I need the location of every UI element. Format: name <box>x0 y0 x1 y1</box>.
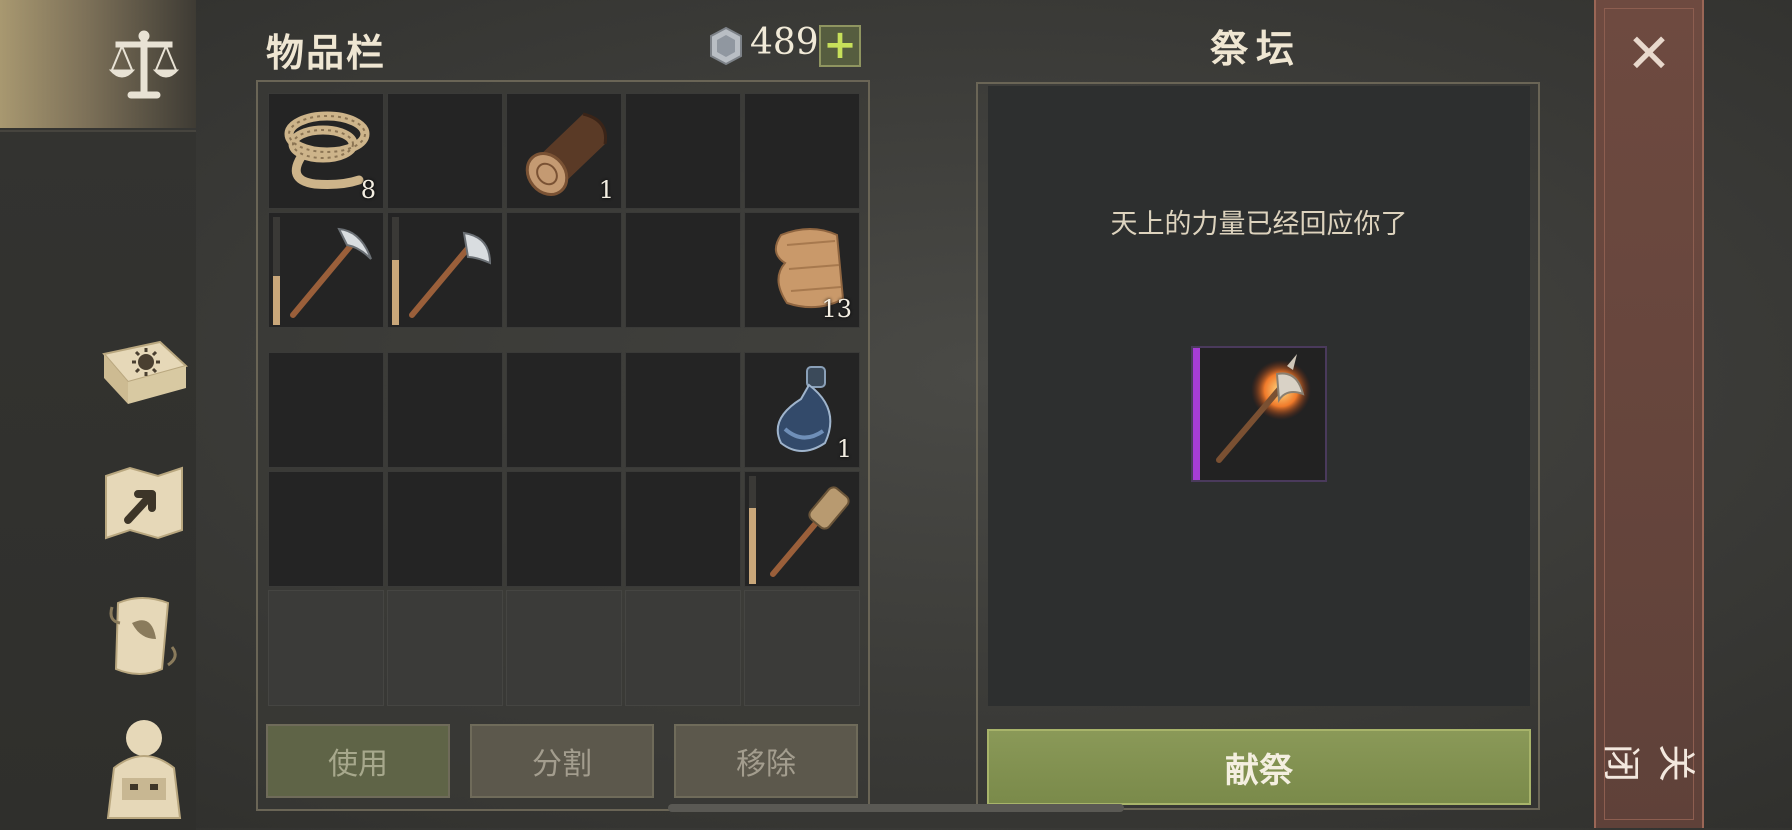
inventory-slot[interactable] <box>506 352 622 468</box>
inventory-slot[interactable]: 1 <box>744 352 860 468</box>
item-quantity: 8 <box>360 176 376 204</box>
inventory-slot[interactable] <box>387 212 503 328</box>
inventory-slot[interactable] <box>387 471 503 587</box>
journal-icon <box>102 340 189 404</box>
silver-coin-icon <box>710 26 742 66</box>
inventory-slot[interactable] <box>625 471 741 587</box>
inventory-slot[interactable] <box>506 471 622 587</box>
inventory-slot-locked[interactable] <box>625 590 741 706</box>
map-icon <box>105 466 183 540</box>
inventory-slot[interactable] <box>387 352 503 468</box>
scales-icon <box>108 30 180 99</box>
nav-journal-button[interactable] <box>92 330 196 426</box>
scroll-icon <box>109 597 177 675</box>
inventory-slot[interactable] <box>744 471 860 587</box>
hatchet-icon <box>394 219 498 323</box>
nav-map-button[interactable] <box>92 456 196 552</box>
inventory-slot[interactable] <box>268 352 384 468</box>
flaming-axe-icon <box>1216 354 1311 463</box>
inventory-slot[interactable]: 13 <box>744 212 860 328</box>
inventory-slot-locked[interactable] <box>744 590 860 706</box>
inventory-slot[interactable] <box>625 212 741 328</box>
inventory-slot[interactable]: 1 <box>506 93 622 209</box>
close-icon[interactable]: ✕ <box>1596 26 1702 82</box>
use-button[interactable]: 使用 <box>266 724 450 798</box>
remove-button[interactable]: 移除 <box>674 724 858 798</box>
inventory-slot[interactable] <box>268 212 384 328</box>
close-panel-button[interactable]: ✕ 关闭 <box>1594 0 1704 828</box>
altar-message: 天上的力量已经回应你了 <box>1110 209 1408 240</box>
close-panel-frame <box>1604 8 1694 820</box>
inventory-slot[interactable]: 8 <box>268 93 384 209</box>
altar-title: 祭坛 <box>1210 27 1303 71</box>
torch-icon <box>751 478 855 582</box>
nav-quest-button[interactable] <box>92 588 196 684</box>
inventory-slot[interactable] <box>625 352 741 468</box>
horizontal-scrollbar[interactable] <box>668 804 1124 812</box>
altar-reward-slot[interactable] <box>1191 346 1327 482</box>
inventory-slot[interactable] <box>506 212 622 328</box>
inventory-slot[interactable] <box>268 471 384 587</box>
item-quantity: 1 <box>836 435 852 463</box>
inventory-slot[interactable] <box>387 93 503 209</box>
add-currency-button[interactable]: + <box>819 25 861 67</box>
inventory-title: 物品栏 <box>266 31 387 75</box>
close-label: 关闭 <box>1599 743 1698 782</box>
inventory-slot[interactable] <box>625 93 741 209</box>
backpack-icon <box>106 720 182 819</box>
split-button[interactable]: 分割 <box>470 724 654 798</box>
offer-button[interactable]: 献祭 <box>987 729 1531 805</box>
inventory-slot-locked[interactable] <box>387 590 503 706</box>
inventory-slot-locked[interactable] <box>506 590 622 706</box>
nav-trade-button[interactable] <box>92 18 196 114</box>
currency-amount: 489 <box>750 22 819 63</box>
nav-character-button[interactable] <box>92 712 196 822</box>
item-quantity: 13 <box>821 295 852 323</box>
inventory-slot-locked[interactable] <box>268 590 384 706</box>
item-quantity: 1 <box>598 176 614 204</box>
side-nav <box>0 0 196 830</box>
pickaxe-icon <box>275 219 379 323</box>
inventory-slot[interactable] <box>744 93 860 209</box>
